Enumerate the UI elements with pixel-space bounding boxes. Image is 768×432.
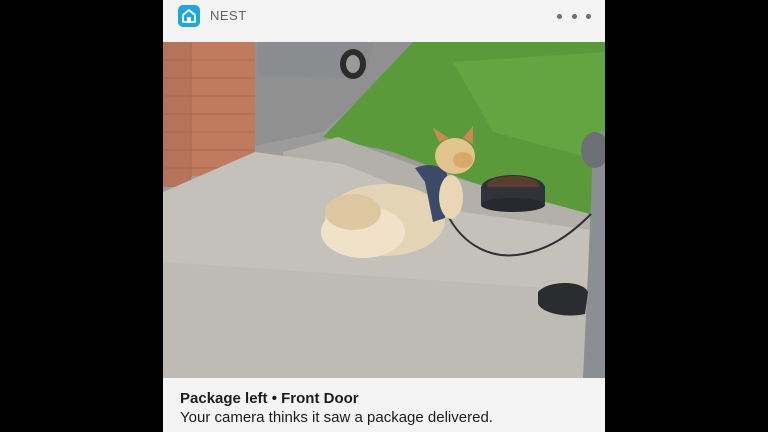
home-icon — [178, 5, 200, 27]
app-name: NEST — [210, 8, 247, 23]
notification-body: Your camera thinks it saw a package deli… — [180, 409, 493, 426]
notification-content[interactable]: Package left • Front Door Your camera th… — [163, 378, 605, 432]
more-dots-icon[interactable] — [557, 9, 591, 23]
camera-snapshot-image — [163, 42, 605, 378]
notification-title: Package left • Front Door — [180, 390, 359, 407]
notification-card[interactable]: NEST Package left • Front Door Your came… — [163, 0, 605, 432]
camera-snapshot[interactable] — [163, 42, 605, 378]
notification-header: NEST — [163, 0, 605, 42]
